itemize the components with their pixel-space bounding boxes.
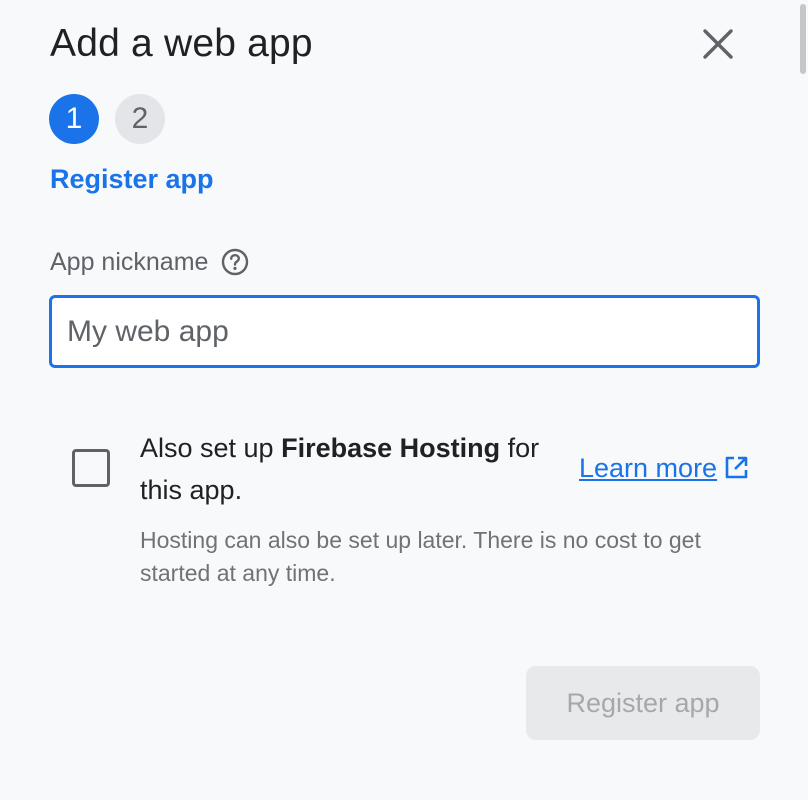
dialog-title: Add a web app [50,22,313,65]
nickname-field-wrapper [49,295,760,368]
help-circle-icon[interactable] [220,247,250,277]
hosting-hint-text: Hosting can also be set up later. There … [140,527,701,586]
hosting-text-before: Also set up [140,433,282,463]
learn-more-link[interactable]: Learn more [579,450,749,486]
hosting-option-text: Also set up Firebase Hosting for this ap… [140,427,570,511]
firebase-hosting-checkbox[interactable] [72,449,110,487]
close-button[interactable] [694,20,742,68]
step-2-indicator: 2 [115,94,165,144]
register-app-button[interactable]: Register app [526,666,760,740]
open-in-new-icon [725,456,748,479]
nickname-label: App nickname [50,248,209,276]
app-nickname-input[interactable] [52,298,757,365]
hosting-text-bold: Firebase Hosting [281,433,501,463]
scrollbar[interactable] [798,0,808,80]
nickname-label-row: App nickname [50,246,250,278]
learn-more-label[interactable]: Learn more [579,450,717,486]
current-step-label: Register app [50,164,214,194]
step-1-indicator: 1 [49,94,99,144]
close-icon [703,29,733,59]
stepper: 1 2 [49,94,165,144]
add-web-app-dialog: Add a web app 1 2 Register app App nickn… [0,0,808,800]
scrollbar-thumb[interactable] [800,4,806,74]
